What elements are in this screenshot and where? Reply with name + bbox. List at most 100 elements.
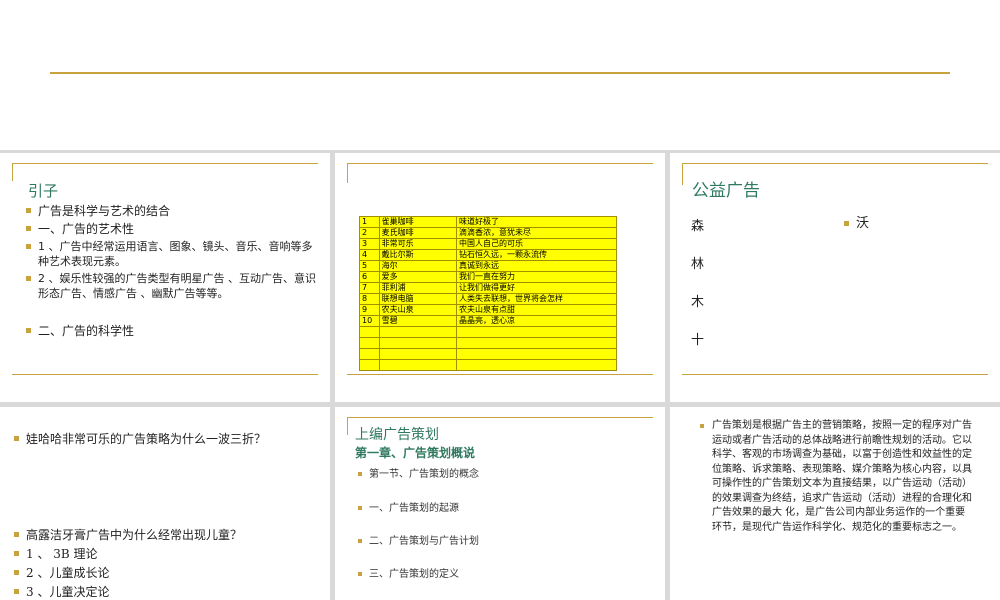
list-item: 三、广告策划的定义 — [358, 569, 459, 580]
chapter-subtitle: 第一章、广告策划概说 — [355, 446, 476, 460]
footer-line — [682, 374, 988, 375]
bullet-item: 高露洁牙膏广告中为什么经常出现儿童？ — [14, 527, 326, 543]
bullet-item: 沃 — [843, 216, 870, 231]
table-row: 7 菲利浦 让我们做得更好 — [359, 282, 617, 294]
table-row: 1 雀巢咖啡 味道好极了 — [359, 216, 617, 228]
brand-name — [378, 326, 458, 338]
slogan-text: 真诚到永远 — [456, 260, 617, 272]
list-item: 第一节、广告策划的概念 — [358, 469, 479, 480]
table-row: 3 非常可乐 中国人自己的可乐 — [359, 238, 617, 250]
brand-name: 非常可乐 — [378, 238, 458, 250]
brand-name: 海尔 — [378, 260, 458, 272]
brand-name: 雀巢咖啡 — [378, 216, 458, 228]
slogan-text: 滴滴香浓，意犹未尽 — [456, 227, 617, 239]
row-number: 4 — [359, 249, 380, 261]
bullet-item: 1 、广告中经常运用语言、图象、镜头、音乐、音响等多种艺术表现元素。 — [26, 240, 313, 268]
title-accent-line — [12, 163, 318, 164]
brand-name — [378, 348, 458, 360]
table-row: 9 农夫山泉 农夫山泉有点甜 — [359, 304, 617, 316]
table-row: 4 戴比尔斯 钻石恒久远，一颗永流传 — [359, 249, 617, 261]
bullet-item: 二、广告的科学性 — [26, 323, 318, 339]
vertical-char: 十 — [691, 333, 705, 348]
slide-public-ads[interactable]: 公益广告 森 林 木 十 沃 — [670, 153, 1000, 402]
table-row — [359, 326, 617, 338]
footer-line — [12, 374, 318, 375]
brand-name: 麦氏咖啡 — [378, 227, 458, 239]
title-accent-line — [347, 417, 348, 435]
row-number: 2 — [359, 227, 380, 239]
bullet-item: 广告是科学与艺术的结合 — [26, 203, 318, 219]
row-number: 1 — [359, 216, 380, 228]
gold-divider — [50, 72, 950, 74]
row-number — [359, 348, 380, 360]
slogan-text: 人类失去联想，世界将会怎样 — [456, 293, 617, 305]
brand-name: 联想电脑 — [378, 293, 458, 305]
title-accent-line — [682, 163, 683, 185]
title-accent-line — [347, 417, 653, 418]
row-number: 3 — [359, 238, 380, 250]
slogan-text: 味道好极了 — [456, 216, 617, 228]
bullet-marker — [700, 424, 704, 428]
row-number: 6 — [359, 271, 380, 283]
footer-line — [347, 374, 653, 375]
brand-name: 农夫山泉 — [378, 304, 458, 316]
row-number: 7 — [359, 282, 380, 294]
table-row — [359, 348, 617, 360]
table-row: 8 联想电脑 人类失去联想，世界将会怎样 — [359, 293, 617, 305]
table-row: 5 海尔 真诚到永远 — [359, 260, 617, 272]
list-item: 二、广告策划与广告计划 — [358, 536, 479, 547]
bullet-item: 1 、 3B 理论 — [14, 546, 326, 562]
table-row: 2 麦氏咖啡 滴滴香浓，意犹未尽 — [359, 227, 617, 239]
title-slide[interactable] — [0, 0, 1000, 150]
row-number — [359, 359, 380, 371]
row-number: 10 — [359, 315, 380, 327]
title-accent-line — [682, 163, 988, 164]
row-number — [359, 337, 380, 349]
slogan-text: 中国人自己的可乐 — [456, 238, 617, 250]
bullet-item: 娃哈哈非常可乐的广告策略为什么一波三折？ — [14, 431, 326, 447]
slogan-table: 1 雀巢咖啡 味道好极了 2 麦氏咖啡 滴滴香浓，意犹未尽 3 非常可乐 中国人自己的可乐 4 戴比… — [359, 216, 617, 371]
brand-name: 戴比尔斯 — [378, 249, 458, 261]
slogan-text: 农夫山泉有点甜 — [456, 304, 617, 316]
slide-chapter-one[interactable]: 上编广告策划 第一章、广告策划概说 第一节、广告策划的概念 一、广告策划的起源 … — [335, 407, 665, 600]
brand-name — [378, 359, 458, 371]
table-row: 10 雪碧 晶晶亮，透心凉 — [359, 315, 617, 327]
slide-intro[interactable]: 引子 广告是科学与艺术的结合 一、广告的艺术性 1 、广告中经常运用语言、图象、… — [0, 153, 330, 402]
slogan-text: 让我们做得更好 — [456, 282, 617, 294]
brand-name: 爱多 — [378, 271, 458, 283]
slogan-text — [456, 337, 617, 349]
definition-paragraph: 广告策划是根据广告主的营销策略，按照一定的程序对广告运动或者广告活动的总体战略进… — [712, 420, 972, 533]
slogan-text: 钻石恒久远，一颗永流传 — [456, 249, 617, 261]
slide-title: 引子 — [28, 182, 59, 200]
slide-title: 上编广告策划 — [355, 427, 439, 443]
list-item: 一、广告策划的起源 — [358, 503, 459, 514]
table-row — [359, 359, 617, 371]
slide-slogan-table[interactable]: 1 雀巢咖啡 味道好极了 2 麦氏咖啡 滴滴香浓，意犹未尽 3 非常可乐 中国人自己的可乐 4 戴比… — [335, 153, 665, 402]
row-number — [359, 326, 380, 338]
slogan-text: 晶晶亮，透心凉 — [456, 315, 617, 327]
bullet-item: 一、广告的艺术性 — [26, 221, 318, 237]
table-row: 6 爱多 我们一直在努力 — [359, 271, 617, 283]
vertical-char: 森 — [691, 219, 705, 234]
vertical-char: 木 — [691, 295, 705, 310]
slide-title: 公益广告 — [692, 181, 760, 201]
bullet-item: 2 、娱乐性较强的广告类型有明星广告 、互动广告、意识形态广告、情感广告 、幽默… — [26, 271, 320, 301]
slogan-text: 我们一直在努力 — [456, 271, 617, 283]
table-row — [359, 337, 617, 349]
bullet-item: 3 、儿童决定论 — [14, 584, 326, 600]
bullet-item: 2 、儿童成长论 — [14, 565, 326, 581]
slogan-text — [456, 326, 617, 338]
slogan-text — [456, 348, 617, 360]
title-accent-line — [12, 163, 13, 181]
title-accent-line — [347, 163, 348, 183]
slide-questions[interactable]: 娃哈哈非常可乐的广告策略为什么一波三折？ 高露洁牙膏广告中为什么经常出现儿童？ … — [0, 407, 330, 600]
slide-definition[interactable]: 广告策划是根据广告主的营销策略，按照一定的程序对广告运动或者广告活动的总体战略进… — [670, 407, 1000, 600]
brand-name — [378, 337, 458, 349]
slogan-text — [456, 359, 617, 371]
vertical-char: 林 — [691, 257, 705, 272]
brand-name: 菲利浦 — [378, 282, 458, 294]
row-number: 5 — [359, 260, 380, 272]
row-number: 9 — [359, 304, 380, 316]
title-accent-line — [347, 163, 653, 164]
brand-name: 雪碧 — [378, 315, 458, 327]
